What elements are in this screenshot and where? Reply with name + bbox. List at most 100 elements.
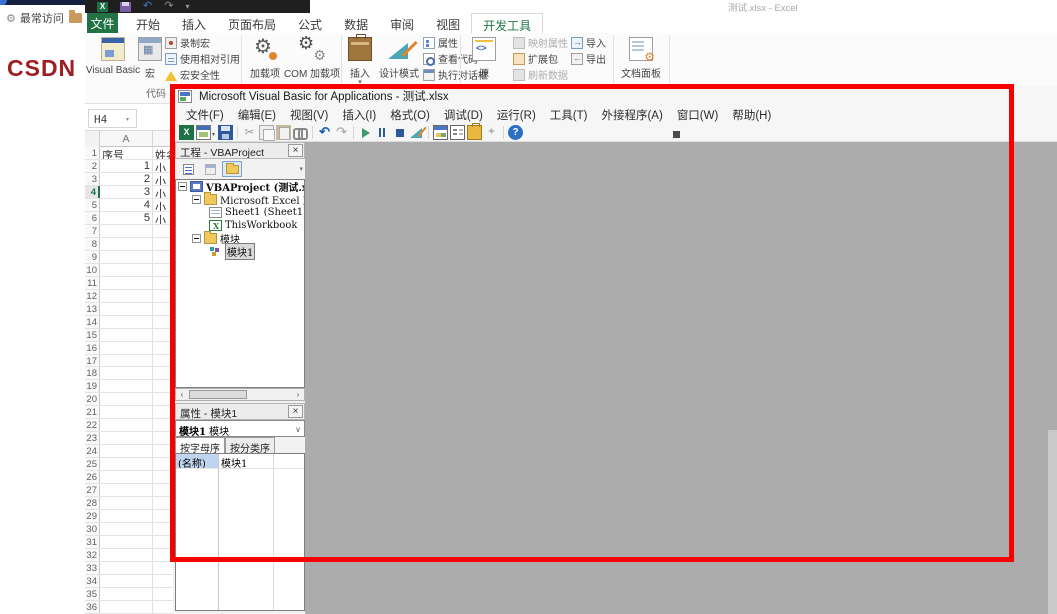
- redo-button[interactable]: ↷: [164, 2, 173, 12]
- name-box-dropdown-icon[interactable]: ▾: [126, 116, 129, 123]
- cell-A22[interactable]: [100, 419, 153, 431]
- scrollbar-thumb[interactable]: [189, 390, 247, 399]
- row-header-17[interactable]: 17: [85, 355, 100, 367]
- column-header-a[interactable]: A: [100, 131, 153, 147]
- visual-basic-button[interactable]: Visual Basic: [89, 34, 137, 96]
- cell-A13[interactable]: [100, 303, 153, 315]
- cell-A24[interactable]: [100, 445, 153, 457]
- vba-menu-item[interactable]: 插入(I): [335, 107, 383, 123]
- row-header-30[interactable]: 30: [85, 523, 100, 535]
- row-header-1[interactable]: 1: [85, 147, 100, 159]
- ribbon-tab[interactable]: 开始: [125, 13, 171, 33]
- grid-divider[interactable]: [218, 454, 219, 610]
- ribbon-tab[interactable]: 页面布局: [217, 13, 287, 33]
- row-header-32[interactable]: 32: [85, 549, 100, 561]
- row-header-35[interactable]: 35: [85, 588, 100, 600]
- row-header-12[interactable]: 12: [85, 290, 100, 302]
- cell-A28[interactable]: [100, 497, 153, 509]
- run-macro-icon[interactable]: [358, 125, 373, 140]
- row-header-26[interactable]: 26: [85, 471, 100, 483]
- row-header-13[interactable]: 13: [85, 303, 100, 315]
- row-header-36[interactable]: 36: [85, 601, 100, 613]
- row-header-4[interactable]: 4: [85, 186, 100, 198]
- view-object-button[interactable]: [200, 161, 220, 177]
- vba-menu-item[interactable]: 调试(D): [437, 107, 490, 123]
- cell-A6[interactable]: 5: [100, 212, 153, 224]
- property-value-cell[interactable]: 模块1: [218, 454, 304, 468]
- toggle-folders-button[interactable]: [222, 161, 242, 177]
- cell-A1[interactable]: 序号: [100, 147, 153, 159]
- cell-A17[interactable]: [100, 355, 153, 367]
- bookmark-folder-icon[interactable]: [69, 13, 82, 23]
- properties-window-icon[interactable]: [450, 125, 465, 140]
- cell-A23[interactable]: [100, 432, 153, 444]
- tab-categorized[interactable]: 按分类序: [225, 437, 275, 453]
- property-row[interactable]: (名称) 模块1: [176, 454, 304, 469]
- use-relative-references-button[interactable]: 使用相对引用: [165, 51, 240, 66]
- row-header-19[interactable]: 19: [85, 380, 100, 392]
- tab-alphabetic[interactable]: 按字母序: [175, 437, 225, 453]
- most-visited-bookmark[interactable]: 最常访问: [20, 10, 64, 26]
- collapse-icon[interactable]: [178, 182, 187, 191]
- cell-A4[interactable]: 3: [100, 186, 153, 198]
- save-button[interactable]: [120, 2, 131, 12]
- close-properties-panel-icon[interactable]: ×: [288, 405, 303, 418]
- row-header-29[interactable]: 29: [85, 510, 100, 522]
- vba-menu-item[interactable]: 文件(F): [179, 107, 231, 123]
- cell-A35[interactable]: [100, 588, 153, 600]
- cut-icon[interactable]: ✂: [242, 125, 257, 140]
- view-code-button[interactable]: [178, 161, 198, 177]
- row-header-2[interactable]: 2: [85, 160, 100, 172]
- row-header-7[interactable]: 7: [85, 225, 100, 237]
- row-header-31[interactable]: 31: [85, 536, 100, 548]
- properties-panel-title[interactable]: 属性 - 模块1 ×: [175, 403, 305, 420]
- collapse-icon[interactable]: [192, 234, 201, 243]
- project-explorer-icon[interactable]: [433, 125, 448, 140]
- vba-menu-item[interactable]: 视图(V): [283, 107, 335, 123]
- vba-menu-item[interactable]: 外接程序(A): [594, 107, 669, 123]
- cell-A21[interactable]: [100, 406, 153, 418]
- cell-A29[interactable]: [100, 510, 153, 522]
- row-header-20[interactable]: 20: [85, 393, 100, 405]
- save-icon[interactable]: [218, 125, 233, 140]
- undo-button[interactable]: ↶: [143, 2, 152, 12]
- row-header-22[interactable]: 22: [85, 419, 100, 431]
- ribbon-tab[interactable]: 视图: [425, 13, 471, 33]
- ribbon-tab[interactable]: 数据: [333, 13, 379, 33]
- view-object-icon[interactable]: [196, 125, 211, 140]
- toolbar-options-handle[interactable]: [673, 131, 680, 138]
- cell-A9[interactable]: [100, 251, 153, 263]
- toolbox-icon[interactable]: ✦: [484, 125, 499, 140]
- select-all-corner[interactable]: [85, 131, 100, 147]
- row-header-27[interactable]: 27: [85, 484, 100, 496]
- view-excel-icon[interactable]: X: [179, 125, 194, 140]
- paste-icon[interactable]: [276, 125, 291, 140]
- cell-A10[interactable]: [100, 264, 153, 276]
- cell-A11[interactable]: [100, 277, 153, 289]
- row-header-3[interactable]: 3: [85, 173, 100, 185]
- customize-qat-button[interactable]: ▾: [185, 2, 189, 12]
- cell-A30[interactable]: [100, 523, 153, 535]
- cell-A33[interactable]: [100, 562, 153, 574]
- reset-icon[interactable]: [392, 125, 407, 140]
- vba-menu-item[interactable]: 窗口(W): [670, 107, 726, 123]
- cell-A31[interactable]: [100, 536, 153, 548]
- row-header-18[interactable]: 18: [85, 367, 100, 379]
- cell-A5[interactable]: 4: [100, 199, 153, 211]
- expansion-packs-button[interactable]: 扩展包: [513, 51, 558, 66]
- vba-menu-item[interactable]: 编辑(E): [231, 107, 283, 123]
- cell-A32[interactable]: [100, 549, 153, 561]
- vba-title-bar[interactable]: Microsoft Visual Basic for Applications …: [173, 86, 1057, 106]
- design-mode-icon[interactable]: [409, 125, 424, 140]
- cell-A20[interactable]: [100, 393, 153, 405]
- view-dropdown-icon[interactable]: ▾: [212, 131, 215, 138]
- cell-A7[interactable]: [100, 225, 153, 237]
- scroll-left-icon[interactable]: ‹: [176, 389, 188, 400]
- import-button[interactable]: 导入: [571, 35, 606, 50]
- break-icon[interactable]: [375, 125, 390, 140]
- tree-item-thisworkbook[interactable]: ThisWorkbook: [176, 219, 304, 232]
- object-selector-dropdown[interactable]: 模块1 模块 ∨: [175, 420, 305, 437]
- settings-gear-icon[interactable]: ⚙: [6, 12, 16, 25]
- control-properties-button[interactable]: 属性: [423, 35, 458, 50]
- project-horizontal-scrollbar[interactable]: ‹ ›: [175, 388, 305, 401]
